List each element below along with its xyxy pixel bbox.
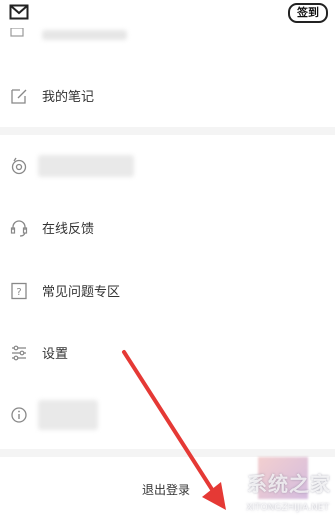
edit-icon xyxy=(11,89,27,104)
logout-button[interactable]: 退出登录 xyxy=(142,481,190,498)
mail-icon[interactable] xyxy=(9,4,29,20)
blurred-label xyxy=(38,400,98,430)
menu-item-feedback[interactable]: 在线反馈 xyxy=(0,201,335,255)
menu-item-label: 我的笔记 xyxy=(42,90,95,105)
settings-sliders-icon xyxy=(12,345,26,361)
document-icon xyxy=(10,28,24,37)
menu-item-blurred-1[interactable] xyxy=(0,139,335,193)
question-icon: ? xyxy=(11,282,27,300)
menu-item-label: 设置 xyxy=(42,347,69,362)
menu-item-blurred-2[interactable] xyxy=(0,388,335,442)
partial-list-item[interactable] xyxy=(0,24,335,44)
menu-item-label: 在线反馈 xyxy=(42,222,95,237)
menu-item-faq[interactable]: ? 常见问题专区 xyxy=(0,264,335,318)
svg-text:?: ? xyxy=(16,287,21,298)
menu-item-settings[interactable]: 设置 xyxy=(0,326,335,380)
info-icon xyxy=(11,407,27,423)
watermark-text: 系统之家 xyxy=(247,472,331,496)
eye-refresh-icon xyxy=(11,157,27,175)
section-divider xyxy=(0,449,335,457)
headset-icon xyxy=(10,220,28,237)
section-divider xyxy=(0,127,335,135)
checkin-button[interactable]: 签到 xyxy=(288,3,328,23)
top-bar: 签到 xyxy=(0,0,335,24)
watermark-url: XITONGZHIJIA.NET xyxy=(246,503,329,513)
menu-item-notes[interactable]: 我的笔记 xyxy=(0,69,335,123)
menu-item-label: 常见问题专区 xyxy=(42,285,121,300)
blurred-label xyxy=(38,155,134,177)
blurred-label xyxy=(42,30,127,40)
